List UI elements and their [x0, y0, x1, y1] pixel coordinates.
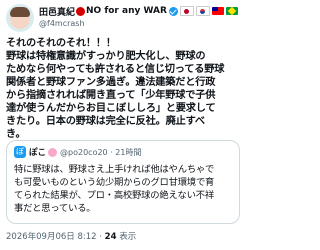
post-line: 達が使うんだからお目こぼししろ」と要求して: [6, 103, 216, 114]
quote-line: も可愛いものという幼少期からのグロ甘環境で育: [14, 177, 215, 188]
footer-separator: ·: [99, 232, 102, 242]
flag-brazil-icon: [225, 7, 238, 15]
views-label: 表示: [119, 232, 137, 242]
author-handle[interactable]: @f4mcrash: [39, 19, 85, 28]
post-line: ためなら何やっても許されると信じ切ってる野球: [6, 64, 225, 75]
quote-separator: ·: [107, 147, 116, 157]
quote-line: 事だと思っている。: [14, 203, 96, 214]
post-line: 野球は特権意識がすっかり肥大化し、野球の: [6, 51, 206, 62]
quoted-post[interactable]: ぼ ぽこ @po20co20 · 21時間 特に野球は、野球さえ上手ければ他はや…: [6, 140, 240, 224]
quote-line: 特に野球は、野球さえ上手ければ他はやんちゃで: [14, 164, 215, 175]
pink-emoji-icon: [48, 147, 58, 157]
post-footer: 2026年09月06日 8:12 · 24 表示: [6, 230, 136, 242]
post-line: 関係者と野球ファン多過ぎ。違法建築だと行政: [6, 77, 216, 88]
flag-korea-icon: [195, 6, 210, 16]
post-line: それのそれのそれ！！！: [6, 38, 116, 49]
quote-handle[interactable]: @po20co20: [60, 148, 108, 157]
post-header: 田邑真紀 NO for any WAR @f4mcrash: [6, 4, 242, 36]
author-avatar[interactable]: [6, 4, 34, 32]
flag-japan-icon: [179, 6, 194, 16]
quote-time: 21時間: [115, 147, 142, 157]
author-name-row[interactable]: 田邑真紀 NO for any WAR: [39, 4, 244, 18]
quote-line: てられた結果が、プロ・高校野球の絶えない不祥: [14, 190, 214, 201]
post-line: から指摘されれば開き直って「少年野球で子供: [6, 90, 216, 101]
views-count: 24: [104, 232, 117, 242]
author-name[interactable]: 田邑真紀: [39, 5, 75, 18]
post-line: きたり。日本の野球は完全に反社。廃止すべ: [6, 116, 205, 127]
quote-avatar[interactable]: ぼ: [14, 146, 26, 158]
verified-badge-icon: [168, 6, 178, 16]
quote-body: 特に野球は、野球さえ上手ければ他はやんちゃで も可愛いものという幼少期からのグロ…: [14, 163, 236, 215]
avatar-hair: [10, 7, 30, 17]
quote-header: ぽこ @po20co20 · 21時間: [29, 146, 234, 158]
red-circle-icon: [76, 6, 86, 16]
flag-taiwan-icon: [211, 7, 224, 15]
author-name-suffix[interactable]: NO for any WAR: [86, 6, 167, 16]
post-timestamp[interactable]: 2026年09月06日 8:12: [6, 232, 97, 242]
quote-author-name[interactable]: ぽこ: [29, 146, 46, 158]
post-body: それのそれのそれ！！！ 野球は特権意識がすっかり肥大化し、野球の ためなら何やっ…: [6, 37, 240, 141]
